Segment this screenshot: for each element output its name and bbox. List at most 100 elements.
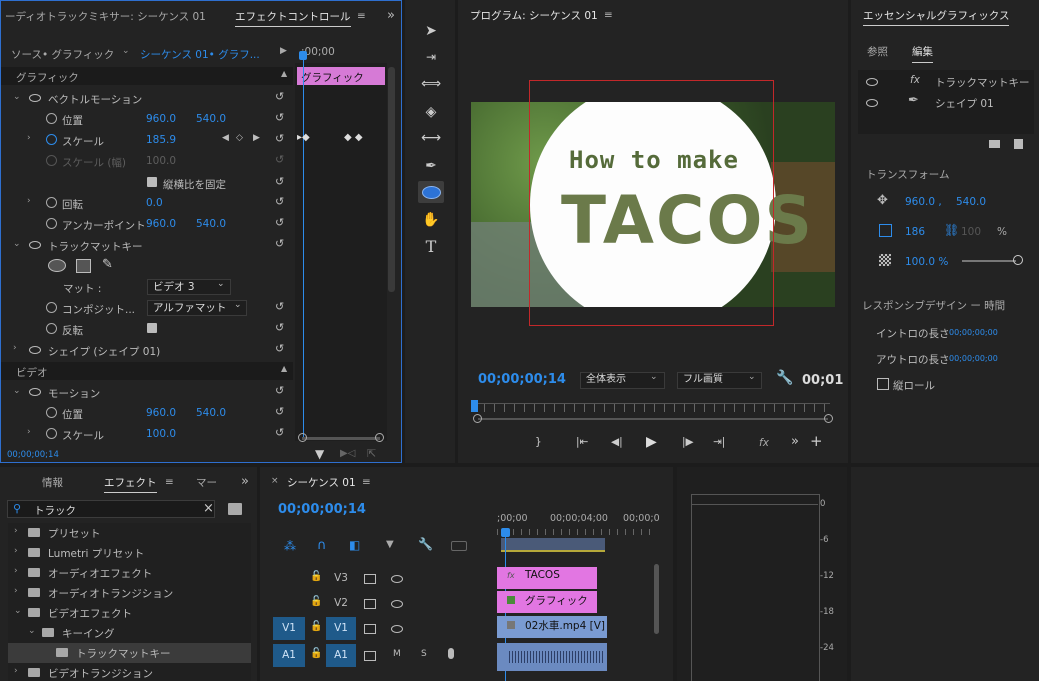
mute-button[interactable]: M	[393, 649, 401, 659]
tab-effect-controls[interactable]: エフェクトコントロール	[235, 9, 351, 27]
composite-select[interactable]: アルファマット	[147, 300, 247, 316]
stopwatch-active-icon[interactable]	[46, 134, 57, 145]
program-zoom-handle-right[interactable]	[824, 414, 833, 423]
ellipse-tool-icon[interactable]	[418, 181, 444, 203]
link-icon[interactable]: ⛓	[944, 223, 959, 237]
type-tool-icon[interactable]: T	[421, 237, 441, 257]
play-arrow-icon[interactable]: ▶	[280, 46, 287, 56]
expand-chevron-icon[interactable]: ›	[27, 133, 31, 143]
track-name[interactable]: V1	[326, 617, 356, 640]
clip-audio[interactable]	[497, 643, 607, 671]
sequence-selector[interactable]: シーケンス 01• グラフ...	[140, 47, 260, 62]
wrench-icon[interactable]: 🔧	[418, 537, 433, 551]
reset-icon[interactable]: ↺	[275, 301, 287, 313]
clear-search-icon[interactable]: ×	[203, 501, 214, 516]
ec-playhead-head[interactable]	[299, 51, 307, 60]
outro-value[interactable]: 00;00;00;00	[949, 354, 998, 363]
anchor-y-value[interactable]: 540.0	[196, 218, 226, 230]
reset-icon[interactable]: ↺	[275, 176, 287, 188]
eye-icon[interactable]	[866, 78, 878, 86]
eye-icon[interactable]	[391, 575, 403, 583]
reset-icon[interactable]: ↺	[275, 196, 287, 208]
add-keyframe-icon[interactable]: ◇	[236, 133, 243, 143]
anchor-x-value[interactable]: 960.0	[146, 218, 176, 230]
clip-video[interactable]: 02水車.mp4 [V]	[497, 616, 607, 638]
opacity-slider[interactable]	[962, 260, 1016, 262]
new-layer-icon[interactable]	[1014, 139, 1023, 149]
collapse-triangle-icon[interactable]: ▲	[281, 69, 287, 78]
source-patch[interactable]: A1	[273, 644, 305, 667]
pen-tool-icon[interactable]: ✒	[421, 156, 441, 176]
panel-menu-icon[interactable]: ≡	[357, 10, 366, 22]
new-group-folder-icon[interactable]	[989, 140, 1000, 148]
slip-tool-icon[interactable]: ⟷	[421, 128, 441, 148]
stopwatch-icon[interactable]	[46, 218, 57, 229]
filter-icon[interactable]: ▼	[315, 447, 324, 461]
ec-clip-bar[interactable]: グラフィック	[297, 67, 385, 85]
effects-tree-item[interactable]: ⌄ ビデオエフェクト	[8, 603, 251, 623]
reset-icon[interactable]: ↺	[275, 322, 287, 334]
source-patch[interactable]: V1	[273, 617, 305, 640]
sync-lock-icon[interactable]	[364, 651, 376, 661]
ec-zoom-handle-left[interactable]	[298, 433, 307, 442]
reset-icon[interactable]: ↺	[275, 91, 287, 103]
stopwatch-icon[interactable]	[46, 323, 57, 334]
chevron-right-icon[interactable]: ›	[14, 546, 18, 556]
expand-panels-icon[interactable]: »	[387, 8, 395, 23]
reset-icon[interactable]: ↺	[275, 112, 287, 124]
expand-chevron-icon[interactable]: ›	[27, 196, 31, 206]
tab-edit[interactable]: 編集	[912, 44, 933, 63]
reset-icon[interactable]: ↺	[275, 406, 287, 418]
panel-menu-icon[interactable]: ≡	[165, 476, 174, 488]
program-timecode[interactable]: 00;00;00;14	[478, 372, 566, 387]
ec-timecode[interactable]: 00;00;00;14	[7, 450, 59, 460]
section-graphic-header[interactable]: グラフィック ▲	[1, 67, 293, 85]
position-y-value[interactable]: 540.0	[196, 113, 226, 125]
sync-lock-icon[interactable]	[364, 624, 376, 634]
eg-pos-x[interactable]: 960.0 ,	[905, 196, 942, 208]
eye-icon[interactable]	[391, 625, 403, 633]
scale-value[interactable]: 185.9	[146, 134, 176, 146]
effects-tree-item[interactable]: › Lumetri プリセット	[8, 543, 251, 563]
track-name[interactable]: V2	[326, 592, 356, 615]
reset-icon[interactable]: ↺	[275, 427, 287, 439]
layer-item-shape[interactable]: ✒ シェイプ 01	[858, 93, 1034, 113]
reset-icon[interactable]: ↺	[275, 217, 287, 229]
lock-icon[interactable]: 🔓	[310, 621, 322, 632]
stopwatch-icon[interactable]	[46, 197, 57, 208]
step-back-icon[interactable]: ◀|	[611, 436, 623, 448]
eye-icon[interactable]	[29, 241, 41, 249]
close-tab-icon[interactable]: ×	[271, 476, 279, 486]
ellipse-mask-icon[interactable]	[48, 259, 66, 272]
effects-tree-item[interactable]: › ビデオトランジション	[8, 663, 251, 681]
effects-tree-item[interactable]: › プリセット	[8, 523, 251, 543]
eye-icon[interactable]	[29, 346, 41, 354]
panel-menu-icon[interactable]: ≡	[362, 476, 371, 488]
search-input[interactable]: トラック	[34, 503, 76, 518]
keyframe-diamond-icon[interactable]: ◆ ◆	[344, 132, 363, 143]
chevron-right-icon[interactable]: ›	[14, 586, 18, 596]
expand-panels-icon[interactable]: »	[241, 474, 249, 489]
new-bin-icon[interactable]	[228, 503, 242, 515]
eye-icon[interactable]	[29, 94, 41, 102]
reverse-checkbox[interactable]	[147, 323, 157, 333]
add-button-icon[interactable]: +	[810, 432, 823, 450]
track-select-tool-icon[interactable]: ⇥	[421, 47, 441, 67]
step-forward-icon[interactable]: |▶	[682, 436, 694, 448]
tab-more[interactable]: マー	[196, 475, 217, 490]
chevron-right-icon[interactable]: ›	[14, 666, 18, 676]
position-x-value[interactable]: 960.0	[146, 113, 176, 125]
effects-tree-item[interactable]: ⌄ キーイング	[8, 623, 251, 643]
settings-wrench-icon[interactable]: 🔧	[776, 370, 793, 386]
timeline-timecode[interactable]: 00;00;00;14	[278, 502, 366, 517]
magnet-icon[interactable]: ∩	[317, 538, 327, 553]
eye-icon[interactable]	[391, 600, 403, 608]
motion-position-x[interactable]: 960.0	[146, 407, 176, 419]
lock-icon[interactable]: 🔓	[310, 648, 322, 659]
ec-playhead[interactable]	[303, 53, 304, 438]
expand-chevron-icon[interactable]: ⌄	[13, 386, 21, 396]
more-controls-icon[interactable]: »	[791, 434, 799, 449]
fx-icon[interactable]: fx	[759, 437, 769, 449]
timeline-ruler[interactable]: ;00;00 00;00;04;00 00;00;0	[497, 507, 660, 555]
stopwatch-icon[interactable]	[46, 302, 57, 313]
